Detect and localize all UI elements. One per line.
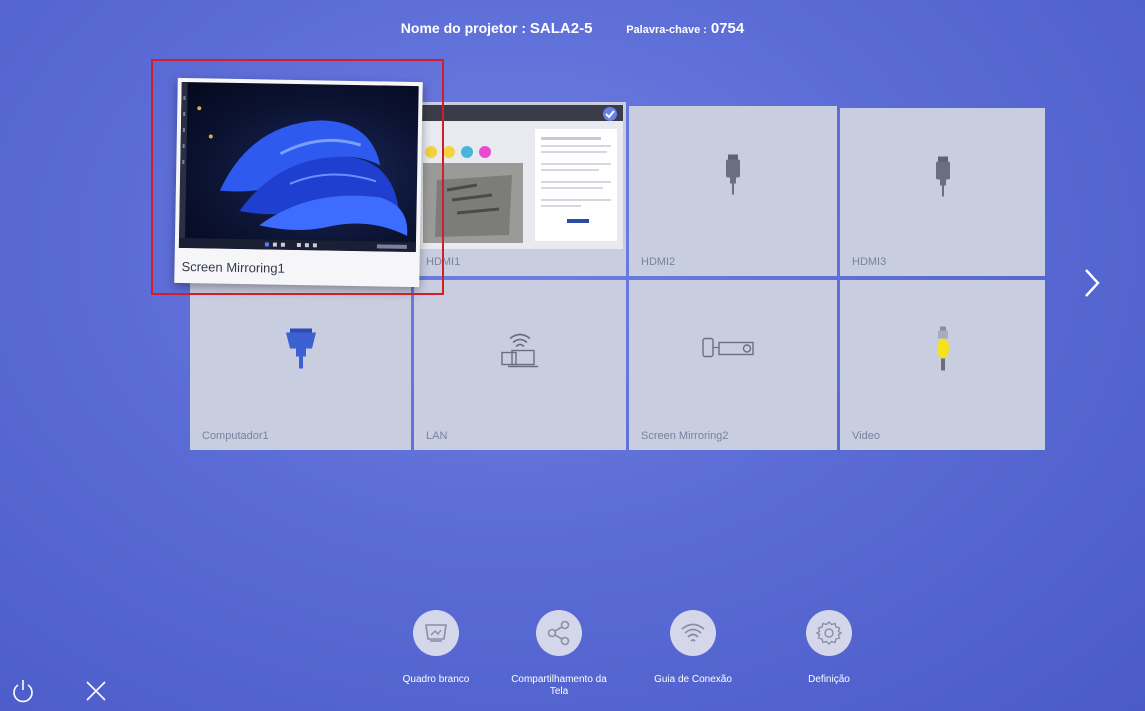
connection-guide-label: Guia de Conexão [654,674,732,685]
keyword-value: 0754 [710,20,745,37]
settings-label: Definição [808,674,850,685]
hdmi-plug-icon [935,156,950,201]
gear-icon [806,610,852,656]
close-icon[interactable] [82,677,110,705]
power-icon[interactable] [9,677,37,705]
projector-name-value: SALA2-5 [529,20,593,37]
settings-button[interactable]: Definição [759,610,899,686]
projector-name-label: Nome do projetor : [400,20,527,36]
source-tile-hdmi3[interactable]: HDMI3 [840,108,1045,276]
source-label-lan: LAN [426,430,448,442]
whiteboard-label: Quadro branco [402,674,470,685]
share-icon [536,610,582,656]
hdmi1-preview-thumbnail [417,105,623,249]
source-tile-hdmi2[interactable]: HDMI2 [629,106,837,276]
screen-share-label-line2: Tela [549,686,569,697]
source-tile-screen-mirroring2[interactable]: Screen Mirroring2 [629,280,837,450]
source-label-video: Video [852,430,880,442]
selection-highlight-box [151,59,444,295]
source-tile-lan[interactable]: LAN [414,280,626,450]
screen-share-button[interactable]: Compartilhamento da Tela [489,610,629,698]
source-label-computador1: Computador1 [202,430,269,442]
vga-plug-icon [285,328,316,374]
whiteboard-icon [413,610,459,656]
next-page-chevron-icon[interactable] [1080,266,1104,300]
source-label-hdmi2: HDMI2 [641,256,676,268]
projector-header: Nome do projetor : SALA2-5 Palavra-chave… [0,20,1145,37]
keyword-label: Palavra-chave : [626,24,707,36]
source-label-hdmi3: HDMI3 [852,256,887,268]
wifi-guide-icon [670,610,716,656]
hdmi-plug-icon [726,154,740,200]
source-tile-computador1[interactable]: Computador1 [190,280,411,450]
source-label-screen-mirroring2: Screen Mirroring2 [641,430,729,442]
rca-yellow-plug-icon [935,326,951,376]
screen-share-label: Compartilhamento da Tela [489,674,629,698]
screen-share-label-line1: Compartilhamento da [511,674,607,685]
connection-guide-button[interactable]: Guia de Conexão [623,610,763,686]
phone-projector-icon [701,337,765,366]
source-tile-video[interactable]: Video [840,280,1045,450]
lan-wifi-laptop-icon [498,329,542,374]
source-tile-hdmi1[interactable]: HDMI1 [414,102,626,276]
whiteboard-button[interactable]: Quadro branco [366,610,506,686]
